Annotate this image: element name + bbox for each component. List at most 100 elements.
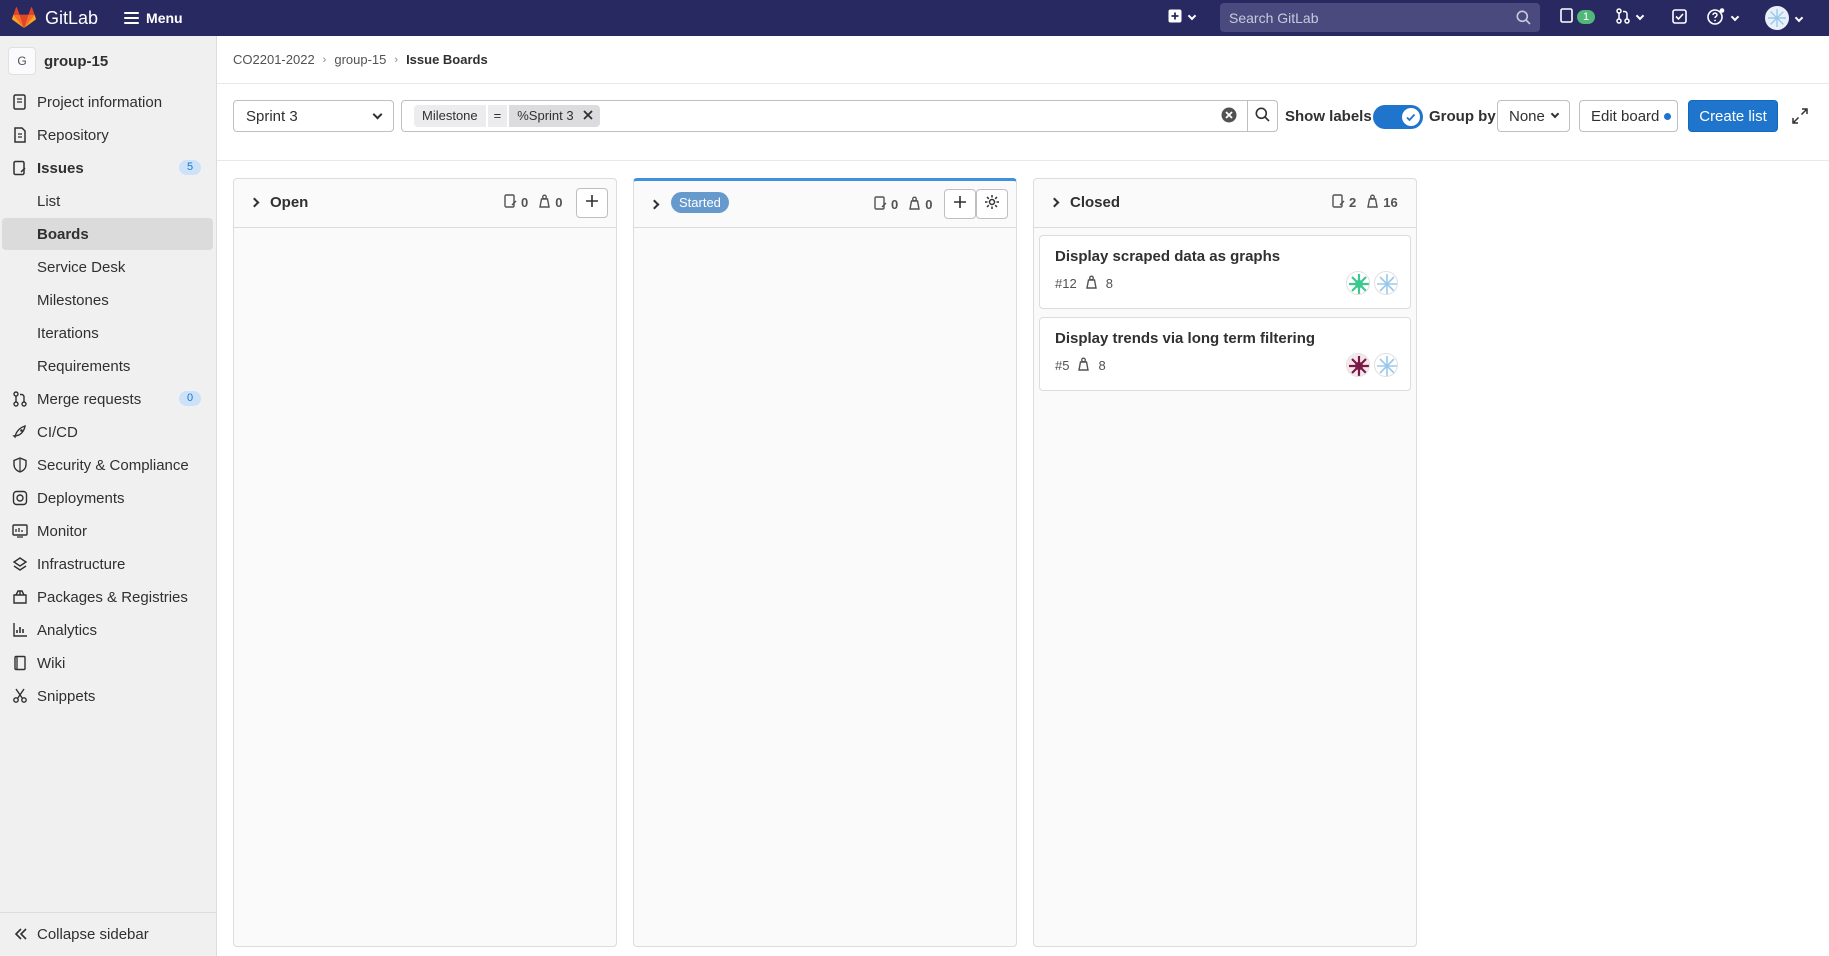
- gitlab-home-link[interactable]: GitLab: [0, 0, 98, 36]
- fullscreen-icon[interactable]: [1792, 108, 1808, 124]
- help-icon: [1707, 8, 1725, 29]
- show-labels-toggle[interactable]: [1373, 105, 1423, 129]
- menu-button[interactable]: Menu: [124, 9, 183, 27]
- sidebar-subitem-service-desk[interactable]: Service Desk: [0, 251, 217, 283]
- add-issue-button[interactable]: [944, 189, 976, 219]
- sidebar-item-snippets[interactable]: Snippets: [0, 680, 217, 712]
- sidebar-item-merge-requests[interactable]: Merge requests 0: [0, 383, 217, 415]
- sidebar-item-repository[interactable]: Repository: [0, 119, 217, 151]
- sidebar-item-packages-registries[interactable]: Packages & Registries: [0, 581, 217, 613]
- sidebar-subitem-requirements[interactable]: Requirements: [0, 350, 217, 382]
- sidebar-item-label: Packages & Registries: [37, 588, 188, 606]
- assignee-avatar[interactable]: [1374, 271, 1398, 295]
- issues-nav-button[interactable]: 1: [1560, 8, 1596, 26]
- shield-icon: [12, 457, 28, 473]
- assignee-avatar[interactable]: [1374, 353, 1398, 377]
- breadcrumb-current[interactable]: Issue Boards: [406, 52, 488, 67]
- collapse-sidebar-button[interactable]: Collapse sidebar: [0, 912, 217, 956]
- sidebar-item-label: Repository: [37, 126, 109, 144]
- chevron-down-icon: [1794, 13, 1804, 22]
- milestone-filter-token[interactable]: Milestone = %Sprint 3: [414, 105, 600, 127]
- todo-check-icon: [1672, 9, 1687, 27]
- sidebar-item-label: Issues: [37, 159, 84, 177]
- sidebar-subitem-label: Requirements: [37, 357, 131, 375]
- assignee-avatar[interactable]: [1346, 271, 1370, 295]
- issues-icon: [12, 160, 28, 176]
- create-list-button[interactable]: Create list: [1688, 100, 1778, 132]
- check-icon: [1406, 113, 1416, 122]
- issue-count: 0: [891, 197, 899, 212]
- issue-count: 2: [1349, 195, 1357, 210]
- sidebar-item-label: Project information: [37, 93, 163, 111]
- sidebar-subitem-iterations[interactable]: Iterations: [0, 317, 217, 349]
- sidebar-subitem-boards[interactable]: Boards: [2, 218, 213, 250]
- add-issue-button[interactable]: [576, 188, 608, 218]
- chart-icon: [12, 622, 28, 638]
- sidebar-subitem-label: List: [37, 192, 61, 210]
- filtered-search-input[interactable]: Milestone = %Sprint 3: [401, 100, 1248, 132]
- new-dropdown-button[interactable]: [1168, 9, 1197, 26]
- user-menu-button[interactable]: [1765, 6, 1804, 33]
- edit-board-label: Edit board: [1591, 107, 1660, 125]
- gear-icon: [984, 194, 1000, 214]
- token-value-text: %Sprint 3: [517, 108, 574, 123]
- group-context-header[interactable]: G group-15: [0, 36, 216, 86]
- issue-title[interactable]: Display trends via long term filtering: [1055, 330, 1315, 347]
- filter-search-button[interactable]: [1248, 100, 1278, 132]
- breadcrumb-item[interactable]: CO2201-2022: [233, 52, 315, 67]
- edit-board-button[interactable]: Edit board: [1579, 100, 1678, 132]
- issues-icon: [1560, 8, 1574, 26]
- left-sidebar: G group-15 Project information Repositor…: [0, 36, 217, 956]
- help-button[interactable]: [1707, 8, 1740, 29]
- issue-card[interactable]: Display scraped data as graphs #12 8: [1039, 235, 1411, 309]
- issue-card[interactable]: Display trends via long term filtering #…: [1039, 317, 1411, 391]
- sidebar-item-infrastructure[interactable]: Infrastructure: [0, 548, 217, 580]
- sidebar-subitem-milestones[interactable]: Milestones: [0, 284, 217, 316]
- remove-token-icon[interactable]: [582, 109, 594, 125]
- sidebar-item-wiki[interactable]: Wiki: [0, 647, 217, 679]
- token-operator: =: [487, 105, 508, 127]
- sidebar-item-security-compliance[interactable]: Security & Compliance: [0, 449, 217, 481]
- sidebar-item-deployments[interactable]: Deployments: [0, 482, 217, 514]
- assignee-avatar[interactable]: [1346, 353, 1370, 377]
- todos-button[interactable]: [1672, 9, 1687, 27]
- weight-count: 0: [925, 197, 933, 212]
- sidebar-item-issues[interactable]: Issues 5: [0, 152, 217, 184]
- list-title: Open: [270, 194, 309, 211]
- chevron-right-icon[interactable]: [649, 199, 660, 210]
- assignee-avatars: [1342, 271, 1398, 295]
- board-switcher-dropdown[interactable]: Sprint 3: [233, 100, 394, 132]
- sidebar-item-analytics[interactable]: Analytics: [0, 614, 217, 646]
- chevron-right-icon[interactable]: [1049, 197, 1060, 208]
- sidebar-item-project-information[interactable]: Project information: [0, 86, 217, 118]
- group-by-dropdown[interactable]: None: [1497, 100, 1570, 132]
- chevron-right-icon: ›: [322, 53, 327, 66]
- sidebar-item-ci-cd[interactable]: CI/CD: [0, 416, 217, 448]
- sidebar-item-label: CI/CD: [37, 423, 78, 441]
- sidebar-subitem-list[interactable]: List: [0, 185, 217, 217]
- global-search[interactable]: [1220, 3, 1540, 32]
- issue-title[interactable]: Display scraped data as graphs: [1055, 248, 1280, 265]
- breadcrumb-item[interactable]: group-15: [334, 52, 386, 67]
- merge-requests-count-badge: 0: [179, 391, 201, 406]
- breadcrumb: CO2201-2022 › group-15 › Issue Boards: [233, 36, 488, 83]
- sidebar-item-monitor[interactable]: Monitor: [0, 515, 217, 547]
- scissors-icon: [12, 688, 28, 704]
- chevron-right-icon[interactable]: [249, 197, 260, 208]
- merge-requests-nav-button[interactable]: [1616, 8, 1645, 27]
- list-label-badge[interactable]: Started: [671, 192, 729, 213]
- toggle-knob: [1402, 108, 1420, 126]
- list-settings-button[interactable]: [976, 189, 1008, 219]
- sidebar-item-label: Security & Compliance: [37, 456, 189, 474]
- search-icon: [1516, 10, 1531, 29]
- sidebar-item-label: Snippets: [37, 687, 96, 705]
- search-input[interactable]: [1229, 9, 1499, 26]
- clear-filters-icon[interactable]: [1221, 107, 1237, 123]
- group-by-label: Group by: [1429, 107, 1496, 125]
- token-value: %Sprint 3: [509, 105, 600, 127]
- issue-meta: #5 8: [1055, 357, 1106, 374]
- user-avatar: [1765, 6, 1789, 33]
- board-list-closed: Closed 2 16 Display scraped data as grap…: [1033, 178, 1417, 947]
- issue-meta: #12 8: [1055, 275, 1113, 292]
- search-icon: [1255, 107, 1270, 126]
